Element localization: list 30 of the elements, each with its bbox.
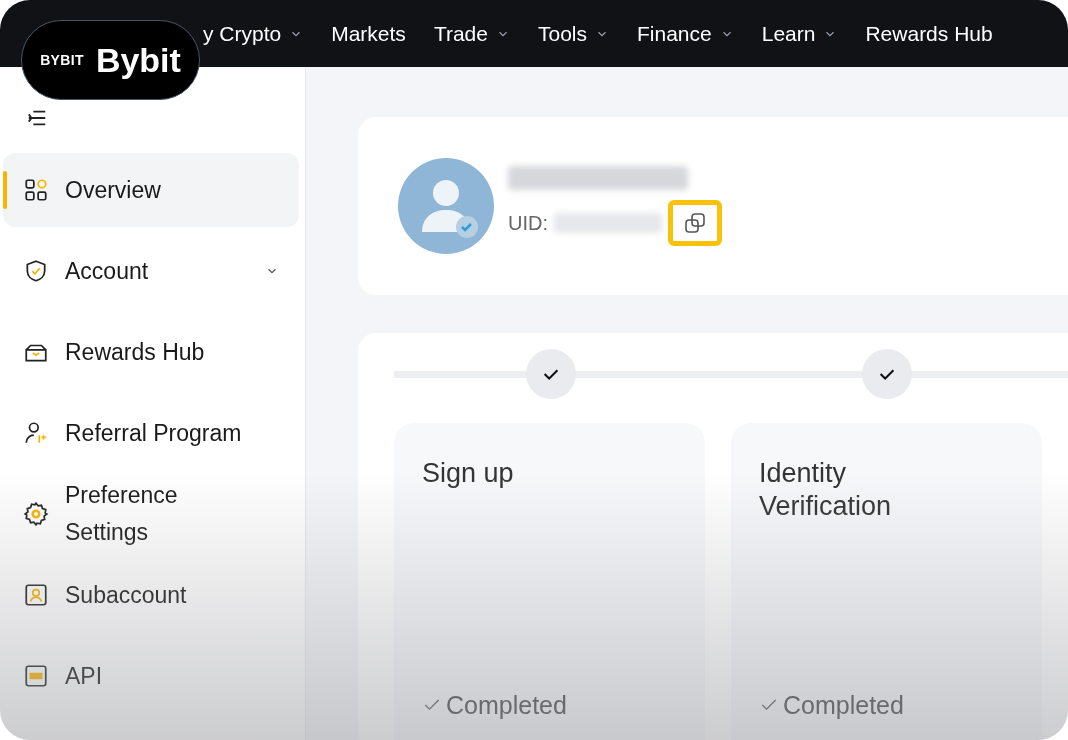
- sidebar-item[interactable]: Subaccount: [3, 558, 299, 632]
- api-icon: [23, 663, 49, 689]
- step-status: Completed: [783, 689, 904, 721]
- sidebar-item[interactable]: Referral Program: [3, 396, 299, 470]
- copy-icon: [683, 211, 707, 235]
- sidebar-item[interactable]: API: [3, 639, 299, 713]
- sidebar-item[interactable]: Rewards Hub: [3, 315, 299, 389]
- sidebar-item[interactable]: Account: [3, 234, 299, 308]
- step-status: Completed: [446, 689, 567, 721]
- nav-link[interactable]: Tools: [537, 17, 609, 50]
- referral-icon: [23, 420, 49, 446]
- nav-link[interactable]: Finance: [637, 17, 734, 50]
- step-title: Identity Verification: [759, 457, 893, 523]
- copy-button[interactable]: [668, 200, 722, 246]
- subaccount-icon: [23, 582, 49, 608]
- avatar-icon: [398, 158, 494, 254]
- gear-icon: [23, 501, 49, 527]
- nav-link[interactable]: Trade: [433, 17, 510, 50]
- nav-link[interactable]: Rewards Hub: [865, 17, 993, 50]
- brand-logo: BYBIT: [40, 50, 84, 70]
- step-title: Sign up: [422, 457, 515, 490]
- nav-link[interactable]: Learn: [761, 17, 838, 50]
- sidebar-item[interactable]: Overview: [3, 153, 299, 227]
- grid-icon: [23, 177, 49, 203]
- brand-name: Bybit: [95, 39, 181, 81]
- shield-icon: [23, 258, 49, 284]
- nav-link[interactable]: y Crypto: [203, 17, 304, 50]
- nav-link[interactable]: Markets: [331, 17, 406, 50]
- uid-label: UID:: [508, 211, 548, 236]
- sidebar-item[interactable]: Preference Settings: [3, 477, 299, 551]
